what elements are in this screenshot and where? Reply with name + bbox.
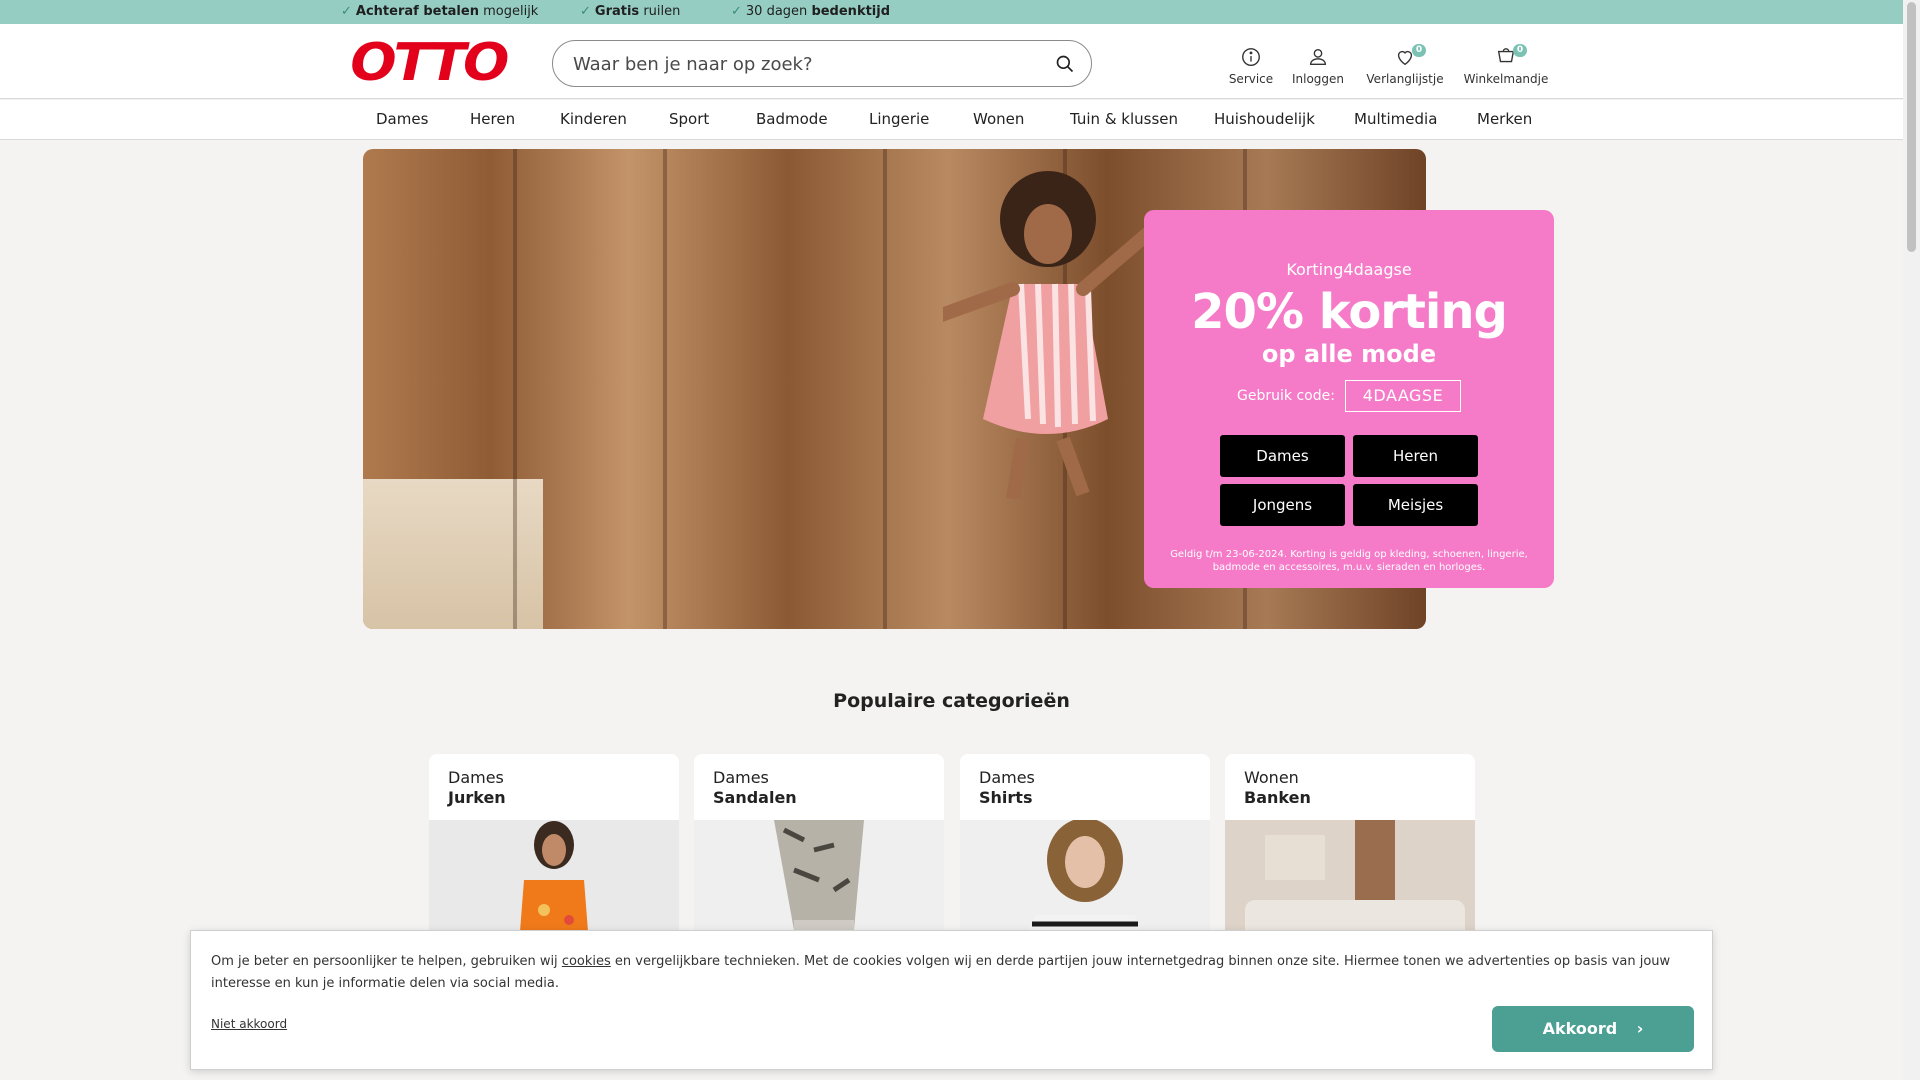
scrollbar-thumb[interactable] xyxy=(1907,2,1916,252)
nav-item-lingerie[interactable]: Lingerie xyxy=(869,110,929,128)
wishlist-button[interactable]: 0 Verlanglijstje xyxy=(1360,44,1450,86)
promo-headline: 20% korting xyxy=(1191,284,1508,340)
usp-bar: ✓ Achteraf betalen mogelijk ✓ Gratis rui… xyxy=(0,0,1903,24)
wood-plank xyxy=(513,149,517,629)
page-scrollbar[interactable] xyxy=(1903,0,1920,1080)
category-group: Wonen xyxy=(1244,768,1299,787)
promo-button-heren[interactable]: Heren xyxy=(1353,435,1478,477)
check-icon: ✓ xyxy=(731,4,742,19)
cookie-banner: Om je beter en persoonlijker te helpen, … xyxy=(190,930,1713,1070)
category-name: Sandalen xyxy=(713,788,797,807)
user-icon xyxy=(1309,48,1327,66)
promo-button-dames[interactable]: Dames xyxy=(1220,435,1345,477)
category-group: Dames xyxy=(979,768,1035,787)
cart-button[interactable]: 0 Winkelmandje xyxy=(1461,44,1551,86)
wood-plank xyxy=(663,149,667,629)
promo-fine-print: Geldig t/m 23-06-2024. Korting is geldig… xyxy=(1170,549,1528,573)
promo-box: Korting4daagse 20% korting op alle mode … xyxy=(1144,210,1554,588)
category-name: Shirts xyxy=(979,788,1033,807)
wishlist-count-badge: 0 xyxy=(1412,44,1426,57)
category-card-shirts[interactable]: Dames Shirts xyxy=(960,754,1210,944)
promo-eyebrow: Korting4daagse xyxy=(1286,260,1412,279)
wishlist-label: Verlanglijstje xyxy=(1366,72,1444,86)
category-image xyxy=(1225,820,1475,944)
accept-label: Akkoord xyxy=(1542,1019,1618,1038)
usp-text: ruilen xyxy=(643,4,681,19)
usp-bold: Achteraf betalen xyxy=(355,4,479,19)
category-name: Banken xyxy=(1244,788,1311,807)
nav-item-tuin-klussen[interactable]: Tuin & klussen xyxy=(1070,110,1178,128)
promo-button-meisjes[interactable]: Meisjes xyxy=(1353,484,1478,526)
promo-subheadline: op alle mode xyxy=(1261,340,1437,368)
usp-bold: bedenktijd xyxy=(811,4,891,19)
service-label: Service xyxy=(1228,72,1274,86)
nav-item-multimedia[interactable]: Multimedia xyxy=(1354,110,1437,128)
nav-item-kinderen[interactable]: Kinderen xyxy=(560,110,627,128)
promo-code-label: Gebruik code: xyxy=(1237,388,1335,404)
header: OTTO Service Inloggen 0 Verlanglijstje 0… xyxy=(0,24,1903,99)
usp-item-cooling-off: ✓ 30 dagen bedenktijd xyxy=(731,4,890,19)
promo-code-row: Gebruik code: 4DAAGSE xyxy=(1144,380,1554,412)
check-icon: ✓ xyxy=(580,4,591,19)
category-group: Dames xyxy=(713,768,769,787)
cart-count-badge: 0 xyxy=(1513,44,1527,57)
info-icon xyxy=(1242,48,1260,66)
login-button[interactable]: Inloggen xyxy=(1273,46,1363,86)
category-card-sandalen[interactable]: Dames Sandalen xyxy=(694,754,944,944)
category-group: Dames xyxy=(448,768,504,787)
cookies-link[interactable]: cookies xyxy=(562,954,611,969)
decline-cookies-link[interactable]: Niet akkoord xyxy=(211,1017,287,1031)
login-label: Inloggen xyxy=(1291,72,1345,86)
main-navigation: Dames Heren Kinderen Sport Badmode Linge… xyxy=(0,100,1903,140)
nav-item-huishoudelijk[interactable]: Huishoudelijk xyxy=(1214,110,1315,128)
promo-code[interactable]: 4DAAGSE xyxy=(1344,380,1461,412)
cart-label: Winkelmandje xyxy=(1463,72,1549,86)
usp-text: mogelijk xyxy=(483,4,539,19)
cookie-text: Om je beter en persoonlijker te helpen, … xyxy=(211,951,1691,995)
search-input[interactable] xyxy=(573,51,1033,77)
category-card-banken[interactable]: Wonen Banken xyxy=(1225,754,1475,944)
nav-item-wonen[interactable]: Wonen xyxy=(973,110,1024,128)
search-bar[interactable] xyxy=(552,40,1092,87)
cookie-text-before: Om je beter en persoonlijker te helpen, … xyxy=(211,954,558,969)
wood-plank xyxy=(883,149,887,629)
nav-item-sport[interactable]: Sport xyxy=(669,110,709,128)
category-name: Jurken xyxy=(448,788,506,807)
check-icon: ✓ xyxy=(341,4,352,19)
nav-item-merken[interactable]: Merken xyxy=(1477,110,1532,128)
nav-item-heren[interactable]: Heren xyxy=(470,110,515,128)
nav-item-dames[interactable]: Dames xyxy=(376,110,428,128)
otto-logo[interactable]: OTTO xyxy=(350,37,509,89)
usp-text: 30 dagen xyxy=(745,4,808,19)
popular-categories-title: Populaire categorieën xyxy=(833,690,1070,712)
chevron-right-icon: › xyxy=(1636,1019,1644,1038)
category-card-jurken[interactable]: Dames Jurken xyxy=(429,754,679,944)
nav-item-badmode[interactable]: Badmode xyxy=(756,110,828,128)
usp-item-returns: ✓ Gratis ruilen xyxy=(580,4,680,19)
search-icon[interactable] xyxy=(1055,54,1075,74)
accept-cookies-button[interactable]: Akkoord › xyxy=(1492,1006,1694,1052)
usp-item-payment: ✓ Achteraf betalen mogelijk xyxy=(341,4,538,19)
category-image xyxy=(429,820,679,944)
category-image xyxy=(960,820,1210,944)
promo-button-jongens[interactable]: Jongens xyxy=(1220,484,1345,526)
category-image xyxy=(694,820,944,944)
usp-bold: Gratis xyxy=(594,4,640,19)
